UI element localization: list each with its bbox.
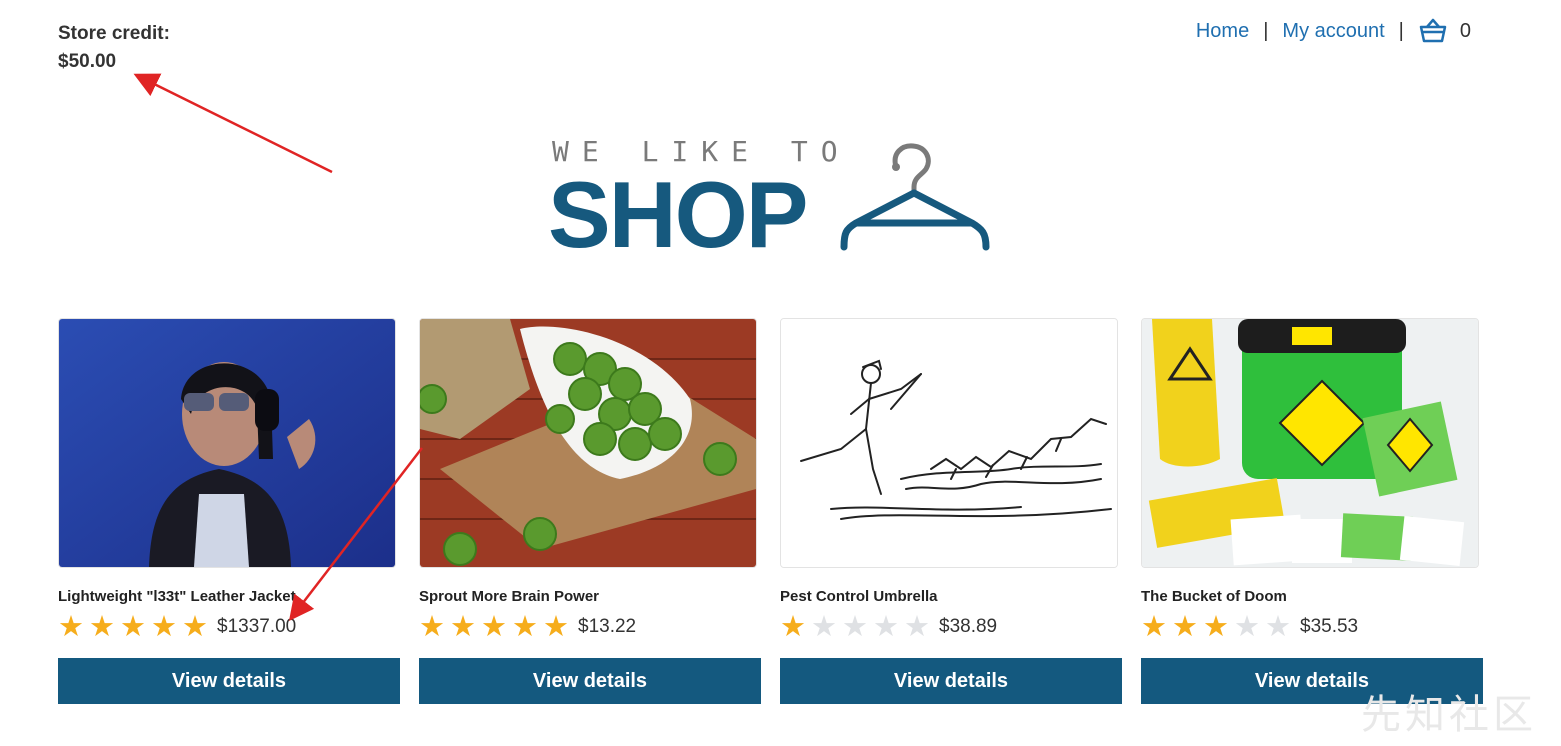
watermark: 先知社区 (1361, 692, 1537, 738)
star-rating: ★ ★ ★ ★ ★ (58, 611, 213, 643)
nav-home-link[interactable]: Home (1196, 20, 1249, 43)
product-rating: ★ ★ ★ ★ ★ $35.53 (1141, 611, 1483, 643)
star-filled-icon: ★ (89, 611, 115, 643)
star-rating: ★ ★ ★ ★ ★ (419, 611, 574, 643)
nav-separator: | (1398, 19, 1404, 42)
product-price: $1337.00 (217, 616, 297, 637)
star-filled-icon: ★ (120, 611, 146, 643)
star-empty-icon: ★ (1265, 611, 1291, 643)
product-rating: ★ ★ ★ ★ ★ $13.22 (419, 611, 761, 643)
product-image (419, 318, 757, 568)
cart-link[interactable]: 0 (1418, 18, 1471, 44)
view-details-button[interactable]: View details (780, 658, 1122, 704)
product-name: The Bucket of Doom (1141, 588, 1287, 605)
star-empty-icon: ★ (811, 611, 837, 643)
star-rating: ★ ★ ★ ★ ★ (1141, 611, 1296, 643)
store-credit-label: Store credit: (58, 23, 170, 44)
product-name: Sprout More Brain Power (419, 588, 600, 605)
star-rating: ★ ★ ★ ★ ★ (780, 611, 935, 643)
product-image (1141, 318, 1479, 568)
product-card: The Bucket of Doom ★ ★ ★ ★ ★ $35.53 View det… (1141, 318, 1483, 704)
view-details-button[interactable]: View details (58, 658, 400, 704)
nav-separator: | (1263, 19, 1269, 42)
product-name: Lightweight "l33t" Leather Jacket (58, 588, 296, 605)
basket-icon (1419, 18, 1447, 43)
star-filled-icon: ★ (419, 611, 445, 643)
store-credit: Store credit: $50.00 (58, 20, 170, 76)
product-image (780, 318, 1118, 568)
product-price: $35.53 (1300, 616, 1359, 637)
star-filled-icon: ★ (182, 611, 208, 643)
shop-logo[interactable]: WE LIKE TO SHOP (548, 133, 998, 267)
view-details-button[interactable]: View details (419, 658, 761, 704)
brussels-sprouts-image (420, 319, 756, 567)
hanger-icon (840, 143, 990, 251)
product-rating: ★ ★ ★ ★ ★ $1337.00 (58, 611, 400, 643)
star-empty-icon: ★ (873, 611, 899, 643)
product-rating: ★ ★ ★ ★ ★ $38.89 (780, 611, 1122, 643)
store-credit-amount: $50.00 (58, 51, 117, 72)
person-with-headphones-image (59, 319, 395, 567)
star-empty-icon: ★ (842, 611, 868, 643)
star-filled-icon: ★ (512, 611, 538, 643)
star-filled-icon: ★ (1172, 611, 1198, 643)
cart-count: 0 (1459, 19, 1471, 42)
logo-word: SHOP (548, 162, 808, 267)
star-filled-icon: ★ (481, 611, 507, 643)
product-price: $38.89 (939, 616, 998, 637)
umbrella-sketch-image (781, 319, 1117, 567)
product-price: $13.22 (578, 616, 637, 637)
product-image (58, 318, 396, 568)
top-nav: Home | My account | 0 (1196, 18, 1471, 44)
product-card: Pest Control Umbrella ★ ★ ★ ★ ★ $38.89 View … (780, 318, 1122, 704)
star-filled-icon: ★ (1141, 611, 1167, 643)
star-filled-icon: ★ (58, 611, 84, 643)
star-filled-icon: ★ (543, 611, 569, 643)
nav-account-link[interactable]: My account (1282, 20, 1384, 43)
star-empty-icon: ★ (904, 611, 930, 643)
star-filled-icon: ★ (450, 611, 476, 643)
product-card: Lightweight "l33t" Leather Jacket ★ ★ ★ ★ ★ … (58, 318, 400, 704)
star-empty-icon: ★ (1234, 611, 1260, 643)
annotation-arrow (133, 73, 333, 174)
star-filled-icon: ★ (1203, 611, 1229, 643)
bucket-of-doom-image (1142, 319, 1478, 567)
product-name: Pest Control Umbrella (780, 588, 938, 605)
star-filled-icon: ★ (151, 611, 177, 643)
product-card: Sprout More Brain Power ★ ★ ★ ★ ★ $13.22 Vie… (419, 318, 761, 704)
star-filled-icon: ★ (780, 611, 806, 643)
